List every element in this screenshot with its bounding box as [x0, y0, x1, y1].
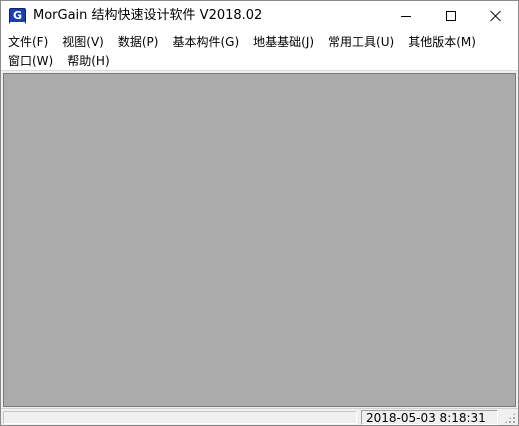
menu-file[interactable]: 文件(F): [1, 33, 55, 52]
status-datetime: 2018-05-03 8:18:31: [361, 410, 498, 425]
close-icon: [490, 10, 502, 22]
title-bar[interactable]: G MorGain 结构快速设计软件 V2018.02: [1, 1, 518, 31]
menu-window[interactable]: 窗口(W): [1, 52, 60, 71]
menu-row-1: 文件(F) 视图(V) 数据(P) 基本构件(G) 地基基础(J) 常用工具(U…: [1, 33, 483, 52]
app-icon-base: [10, 21, 25, 24]
minimize-button[interactable]: [383, 1, 428, 31]
resize-grip-icon[interactable]: [504, 412, 516, 424]
menu-help[interactable]: 帮助(H): [60, 52, 116, 71]
menu-basic-members[interactable]: 基本构件(G): [165, 33, 246, 52]
status-message: [3, 411, 357, 424]
menu-common-tools[interactable]: 常用工具(U): [321, 33, 401, 52]
close-button[interactable]: [473, 1, 518, 31]
menu-view[interactable]: 视图(V): [55, 33, 111, 52]
mdi-client-area[interactable]: [3, 73, 516, 407]
app-window: G MorGain 结构快速设计软件 V2018.02 文件(F) 视图(V) …: [0, 0, 519, 426]
menu-row-2: 窗口(W) 帮助(H): [1, 52, 117, 71]
window-title: MorGain 结构快速设计软件 V2018.02: [33, 8, 263, 23]
maximize-icon: [445, 11, 456, 21]
app-icon[interactable]: G: [9, 8, 26, 24]
status-bar: 2018-05-03 8:18:31: [1, 408, 518, 425]
menu-bar: 文件(F) 视图(V) 数据(P) 基本构件(G) 地基基础(J) 常用工具(U…: [1, 31, 518, 71]
maximize-button[interactable]: [428, 1, 473, 31]
menu-data[interactable]: 数据(P): [111, 33, 166, 52]
minimize-icon: [400, 15, 411, 17]
menu-foundation[interactable]: 地基基础(J): [246, 33, 321, 52]
menu-other-versions[interactable]: 其他版本(M): [401, 33, 483, 52]
